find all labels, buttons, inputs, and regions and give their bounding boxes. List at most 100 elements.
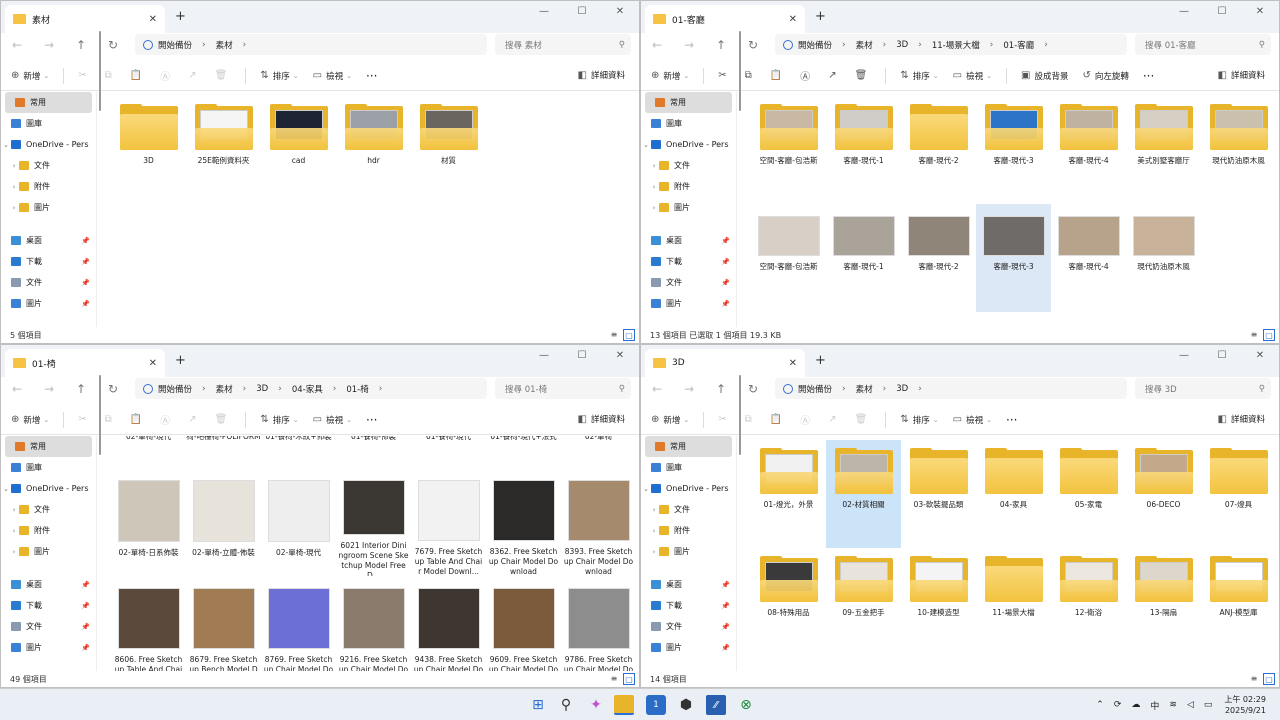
details-view-icon[interactable]: ≡: [1248, 329, 1260, 341]
refresh-icon[interactable]: ↻: [97, 38, 129, 52]
sidebar-item[interactable]: 圖庫: [1, 113, 96, 134]
sidebar-item[interactable]: 圖片 📌: [1, 637, 96, 658]
chevron-right-icon[interactable]: ›: [918, 40, 922, 50]
set-background-button[interactable]: ▣ 設成背景: [1021, 70, 1068, 82]
sidebar-item[interactable]: 下載 📌: [641, 595, 736, 616]
chevron-icon[interactable]: ›: [649, 204, 659, 212]
up-icon[interactable]: ↑: [705, 38, 737, 52]
more-options-button[interactable]: ···: [1006, 413, 1017, 427]
chevron-right-icon[interactable]: ›: [990, 40, 994, 50]
window-tab[interactable]: 01-椅 ✕: [5, 349, 165, 377]
file-item[interactable]: 02-單椅-立體-佈裝: [186, 468, 261, 576]
search-input[interactable]: 搜尋 素材 ⚲: [495, 34, 631, 55]
chevron-icon[interactable]: ›: [9, 183, 19, 191]
chevron-right-icon[interactable]: ›: [883, 40, 887, 50]
sidebar-item[interactable]: › 圖片: [1, 197, 96, 218]
file-item[interactable]: 8769. Free Sketchup Chair Model Download: [261, 576, 336, 671]
new-button[interactable]: ⊕ 新增 ⌄: [11, 70, 49, 82]
delete-button[interactable]: 🗑: [855, 414, 872, 425]
share-button[interactable]: ↗: [828, 414, 840, 425]
sidebar-item[interactable]: 常用: [645, 92, 732, 113]
breadcrumb-item[interactable]: 開始備份: [798, 39, 832, 51]
sidebar-item[interactable]: 圖片 📌: [641, 293, 736, 314]
chevron-icon[interactable]: ›: [9, 204, 19, 212]
details-button[interactable]: ◧ 詳細資料: [578, 69, 625, 82]
sidebar-item[interactable]: 下載 📌: [1, 251, 96, 272]
maximize-icon[interactable]: ☐: [1203, 345, 1241, 373]
folder-item[interactable]: 3D: [111, 96, 186, 204]
window-tab[interactable]: 3D ✕: [645, 349, 805, 377]
cut-button[interactable]: ✂: [718, 414, 730, 425]
back-icon[interactable]: ←: [641, 382, 673, 396]
store-icon[interactable]: 1: [646, 695, 666, 715]
rename-button[interactable]: Ⓐ: [160, 68, 174, 83]
forward-icon[interactable]: →: [33, 382, 65, 396]
forward-icon[interactable]: →: [673, 382, 705, 396]
sidebar-item[interactable]: 圖片 📌: [641, 637, 736, 658]
delete-button[interactable]: 🗑: [215, 70, 232, 81]
delete-button[interactable]: 🗑: [855, 70, 872, 81]
folder-item[interactable]: hdr: [336, 96, 411, 204]
minimize-icon[interactable]: —: [1165, 345, 1203, 373]
sidebar-item[interactable]: 圖庫: [1, 457, 96, 478]
chevron-icon[interactable]: ›: [649, 162, 659, 170]
sidebar-item[interactable]: 桌面 📌: [1, 574, 96, 595]
folder-item[interactable]: 美式別墅客廳厅: [1126, 96, 1201, 204]
chevron-right-icon[interactable]: ›: [1044, 40, 1048, 50]
refresh-icon[interactable]: ↻: [737, 38, 769, 52]
close-icon[interactable]: ✕: [601, 1, 639, 29]
sort-button[interactable]: ⇅ 排序 ⌄: [260, 70, 298, 82]
details-button[interactable]: ◧ 詳細資料: [1218, 413, 1265, 426]
folder-item[interactable]: 客廳-現代-4: [1051, 96, 1126, 204]
address-bar[interactable]: 開始備份 › 素材 › 3D ›: [775, 378, 1127, 399]
file-item[interactable]: 客廳-現代-1: [826, 204, 901, 312]
view-button[interactable]: ▭ 檢視 ⌄: [953, 70, 992, 82]
chevron-right-icon[interactable]: ›: [883, 384, 887, 394]
copy-button[interactable]: ⧉: [105, 414, 116, 425]
file-item[interactable]: 9438. Free Sketchup Chair Model Download: [411, 576, 486, 671]
search-input[interactable]: 搜尋 3D ⚲: [1135, 378, 1271, 399]
folder-item[interactable]: 25E範例資料夾: [186, 96, 261, 204]
details-view-icon[interactable]: ≡: [1248, 673, 1260, 685]
folder-item[interactable]: 12-衛浴: [1051, 548, 1126, 656]
refresh-icon[interactable]: ↻: [97, 382, 129, 396]
view-button[interactable]: ▭ 檢視 ⌄: [313, 70, 352, 82]
address-bar[interactable]: 開始備份 › 素材 › 3D › 04-家具 › 01-椅 ›: [135, 378, 487, 399]
folder-item[interactable]: 現代奶油原木風: [1201, 96, 1276, 204]
search-input[interactable]: 搜尋 01-客廳 ⚲: [1135, 34, 1271, 55]
paste-button[interactable]: 📋: [130, 414, 146, 425]
close-icon[interactable]: ✕: [1241, 1, 1279, 29]
new-tab-icon[interactable]: +: [175, 353, 186, 368]
sync-icon[interactable]: ⟳: [1114, 700, 1122, 710]
sidebar-item[interactable]: 常用: [5, 436, 92, 457]
chevron-right-icon[interactable]: ›: [379, 384, 383, 394]
cut-button[interactable]: ✂: [78, 414, 90, 425]
sidebar-item[interactable]: › 圖片: [1, 541, 96, 562]
chevron-icon[interactable]: ›: [9, 162, 19, 170]
sidebar-item[interactable]: ⌄ OneDrive - Pers: [641, 478, 736, 499]
sidebar-item[interactable]: ⌄ OneDrive - Pers: [1, 478, 96, 499]
file-item[interactable]: 8606. Free Sketchup Table And Chair Mode…: [111, 576, 186, 671]
forward-icon[interactable]: →: [673, 38, 705, 52]
file-item[interactable]: 02-單椅-現代: [261, 468, 336, 576]
breadcrumb-item[interactable]: 3D: [256, 384, 268, 394]
breadcrumb-item[interactable]: 開始備份: [158, 39, 192, 51]
breadcrumb-item[interactable]: 3D: [896, 40, 908, 50]
rotate-left-button[interactable]: ↺ 向左旋轉: [1082, 70, 1128, 82]
chevron-right-icon[interactable]: ›: [842, 384, 846, 394]
large-icons-view-icon[interactable]: ▢: [1263, 329, 1275, 341]
chevron-icon[interactable]: ›: [649, 527, 659, 535]
folder-item[interactable]: ANJ-模型庫: [1201, 548, 1276, 656]
up-icon[interactable]: ↑: [705, 382, 737, 396]
forward-icon[interactable]: →: [33, 38, 65, 52]
large-icons-view-icon[interactable]: ▢: [623, 329, 635, 341]
breadcrumb-item[interactable]: 01-椅: [346, 383, 368, 395]
sort-button[interactable]: ⇅ 排序 ⌄: [260, 414, 298, 426]
folder-item[interactable]: cad: [261, 96, 336, 204]
sidebar-item[interactable]: › 圖片: [641, 541, 736, 562]
sidebar-item[interactable]: 圖片 📌: [1, 293, 96, 314]
file-item[interactable]: 客廳-現代-4: [1051, 204, 1126, 312]
close-tab-icon[interactable]: ✕: [789, 14, 797, 25]
new-button[interactable]: ⊕ 新增 ⌄: [651, 414, 689, 426]
chevron-right-icon[interactable]: ›: [333, 384, 337, 394]
